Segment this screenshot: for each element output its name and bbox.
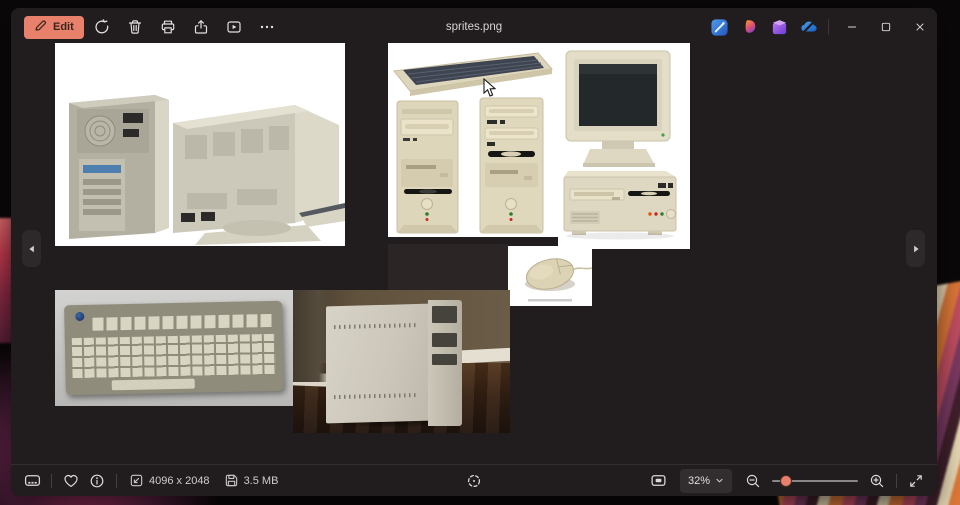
zoom-in-icon <box>869 473 885 489</box>
paint-edit-button[interactable] <box>704 12 734 42</box>
print-icon <box>160 19 176 35</box>
keyboard-key-grid <box>71 334 275 378</box>
filmstrip-toggle-button[interactable] <box>19 468 45 494</box>
statusbar-right: 32% <box>646 468 929 494</box>
floppy-disk-icon <box>224 473 239 488</box>
clipchamp-button[interactable] <box>764 12 794 42</box>
sprite-keyboard-and-towers <box>388 43 558 237</box>
sprite-mouse <box>508 246 592 306</box>
file-size: 3.5 MB <box>224 473 279 488</box>
delete-button[interactable] <box>121 13 150 42</box>
tower-bay-2 <box>432 333 457 347</box>
favorite-heart-icon <box>63 473 79 489</box>
clipchamp-icon <box>770 18 789 37</box>
previous-image-button[interactable] <box>22 230 41 267</box>
tower-side-panel <box>326 304 431 424</box>
keyboard-logo-badge <box>75 312 84 321</box>
previous-arrow-icon <box>26 243 38 255</box>
file-info-button[interactable] <box>84 468 110 494</box>
rotate-button[interactable] <box>88 13 117 42</box>
dimensions-value: 4096 x 2048 <box>149 475 210 487</box>
titlebar-right <box>704 8 937 46</box>
zoom-slider-thumb[interactable] <box>780 475 792 487</box>
zoom-level-value: 32% <box>688 475 710 487</box>
sprite-render-rear-view <box>55 43 345 246</box>
statusbar-separator <box>116 474 117 488</box>
tower-vent-row-top <box>334 323 418 329</box>
collage-dark-rect <box>388 244 508 292</box>
designer-icon <box>740 18 759 37</box>
zoom-out-button[interactable] <box>740 468 766 494</box>
share-button[interactable] <box>187 13 216 42</box>
photos-app-window: sprites.png Edit <box>11 8 937 496</box>
image-canvas[interactable] <box>11 46 937 464</box>
slideshow-icon <box>226 19 242 35</box>
tower-bay-3 <box>432 354 457 365</box>
image-dimensions: 4096 x 2048 <box>129 473 210 488</box>
close-icon <box>913 20 927 34</box>
filmstrip-icon <box>24 472 41 489</box>
toolbar-left: Edit <box>11 13 282 42</box>
center-image-button[interactable] <box>461 468 487 494</box>
tower-front-bezel <box>428 300 462 426</box>
print-button[interactable] <box>154 13 183 42</box>
share-icon <box>193 19 209 35</box>
onedrive-button[interactable] <box>794 12 824 42</box>
edit-button-label: Edit <box>53 21 74 33</box>
zoom-out-icon <box>745 473 761 489</box>
fit-to-window-button[interactable] <box>646 468 672 494</box>
rotate-icon <box>94 19 110 35</box>
close-button[interactable] <box>903 12 937 42</box>
statusbar-left: 4096 x 2048 3.5 MB <box>19 468 278 494</box>
maximize-icon <box>879 20 893 34</box>
paint-edit-icon <box>710 18 729 37</box>
slideshow-button[interactable] <box>220 13 249 42</box>
next-arrow-icon <box>910 243 922 255</box>
fullscreen-button[interactable] <box>903 468 929 494</box>
photo-vintage-keyboard <box>55 290 295 406</box>
minimize-icon <box>845 20 859 34</box>
chevron-down-icon <box>715 476 724 485</box>
photo-drape <box>293 290 330 382</box>
sprite-crt-and-desktop <box>558 43 690 249</box>
statusbar-separator <box>896 474 897 488</box>
statusbar-separator <box>51 474 52 488</box>
zoom-slider[interactable] <box>772 468 858 494</box>
desktop: sprites.png Edit <box>0 0 960 505</box>
center-focus-icon <box>466 473 482 489</box>
statusbar: 4096 x 2048 3.5 MB <box>11 464 937 496</box>
fit-screen-icon <box>650 472 667 489</box>
keyboard-case <box>64 300 284 395</box>
next-image-button[interactable] <box>906 230 925 267</box>
delete-icon <box>127 19 143 35</box>
tower-bay-1 <box>432 306 457 322</box>
titlebar: sprites.png Edit <box>11 8 937 46</box>
more-options-button[interactable] <box>253 13 282 42</box>
photo-tower-on-floor <box>293 290 510 433</box>
favorite-button[interactable] <box>58 468 84 494</box>
maximize-button[interactable] <box>869 12 903 42</box>
titlebar-divider <box>828 19 829 35</box>
onedrive-slash-icon <box>799 17 819 37</box>
zoom-level-dropdown[interactable]: 32% <box>680 469 732 493</box>
fullscreen-icon <box>908 473 924 489</box>
photo-tower-case <box>326 300 463 426</box>
zoom-in-button[interactable] <box>864 468 890 494</box>
tower-vent-row-bottom <box>334 393 418 399</box>
keyboard-function-row <box>92 313 274 330</box>
statusbar-center <box>461 468 487 494</box>
designer-button[interactable] <box>734 12 764 42</box>
edit-pencil-icon <box>34 19 47 35</box>
filesize-value: 3.5 MB <box>244 475 279 487</box>
image-size-icon <box>129 473 144 488</box>
keyboard-spacebar <box>111 378 194 390</box>
edit-button[interactable]: Edit <box>24 16 84 39</box>
minimize-button[interactable] <box>835 12 869 42</box>
info-icon <box>89 473 105 489</box>
more-icon <box>259 19 275 35</box>
